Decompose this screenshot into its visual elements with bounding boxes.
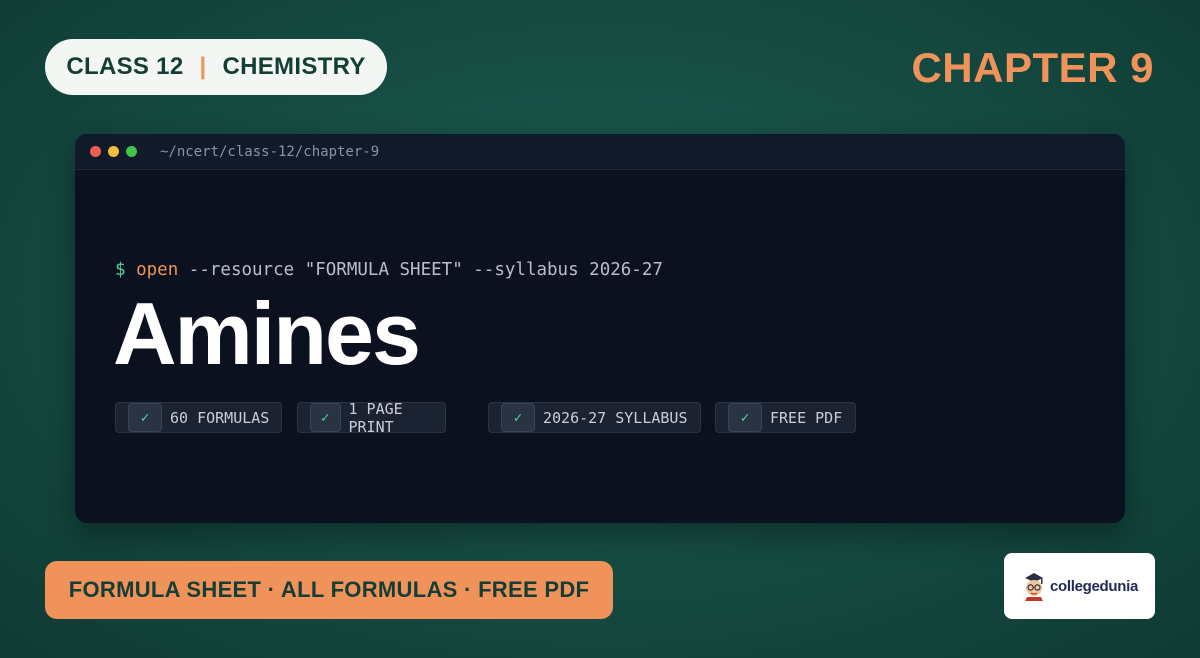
terminal-titlebar: ~/ncert/class-12/chapter-9 bbox=[75, 134, 1125, 170]
minimize-window-icon[interactable] bbox=[108, 146, 119, 157]
check-icon: ✓ bbox=[128, 403, 162, 432]
class-label: CLASS 12 bbox=[66, 53, 184, 80]
prompt-symbol: $ bbox=[115, 260, 126, 280]
chapter-label: CHAPTER 9 bbox=[911, 44, 1154, 91]
terminal-path: ~/ncert/class-12/chapter-9 bbox=[160, 143, 380, 160]
badge-free-pdf: ✓ FREE PDF bbox=[715, 402, 856, 433]
command-line: $ open --resource "FORMULA SHEET" --syll… bbox=[115, 260, 663, 280]
badge-syllabus: ✓ 2026-27 SYLLABUS bbox=[488, 402, 701, 433]
check-icon: ✓ bbox=[501, 403, 535, 432]
badge-formulas: ✓ 60 FORMULAS bbox=[115, 402, 282, 433]
mascot-icon bbox=[1024, 573, 1043, 601]
badge-label: 2026-27 SYLLABUS bbox=[543, 408, 688, 427]
badge-label: FREE PDF bbox=[770, 408, 843, 427]
maximize-window-icon[interactable] bbox=[126, 146, 137, 157]
terminal-window: ~/ncert/class-12/chapter-9 $ open --reso… bbox=[75, 134, 1125, 523]
subject-label: CHEMISTRY bbox=[222, 53, 366, 80]
logo-text: collegedunia bbox=[1049, 577, 1139, 595]
pill-separator: | bbox=[199, 53, 207, 80]
formula-sheet-banner: FORMULA SHEET · ALL FORMULAS · FREE PDF bbox=[45, 561, 613, 619]
command-keyword: open bbox=[136, 260, 179, 280]
class-subject-pill: CLASS 12 | CHEMISTRY bbox=[45, 39, 387, 95]
badge-page-print: ✓ 1 PAGE PRINT bbox=[297, 399, 446, 436]
collegedunia-logo[interactable]: collegedunia bbox=[1004, 553, 1155, 619]
close-window-icon[interactable] bbox=[90, 146, 101, 157]
command-args: --resource "FORMULA SHEET" --syllabus 20… bbox=[188, 260, 663, 280]
check-icon: ✓ bbox=[310, 403, 341, 432]
chapter-title: Amines bbox=[113, 284, 421, 383]
badge-label: 60 FORMULAS bbox=[170, 408, 270, 427]
badge-label: 1 PAGE PRINT bbox=[348, 399, 403, 436]
check-icon: ✓ bbox=[728, 403, 762, 432]
